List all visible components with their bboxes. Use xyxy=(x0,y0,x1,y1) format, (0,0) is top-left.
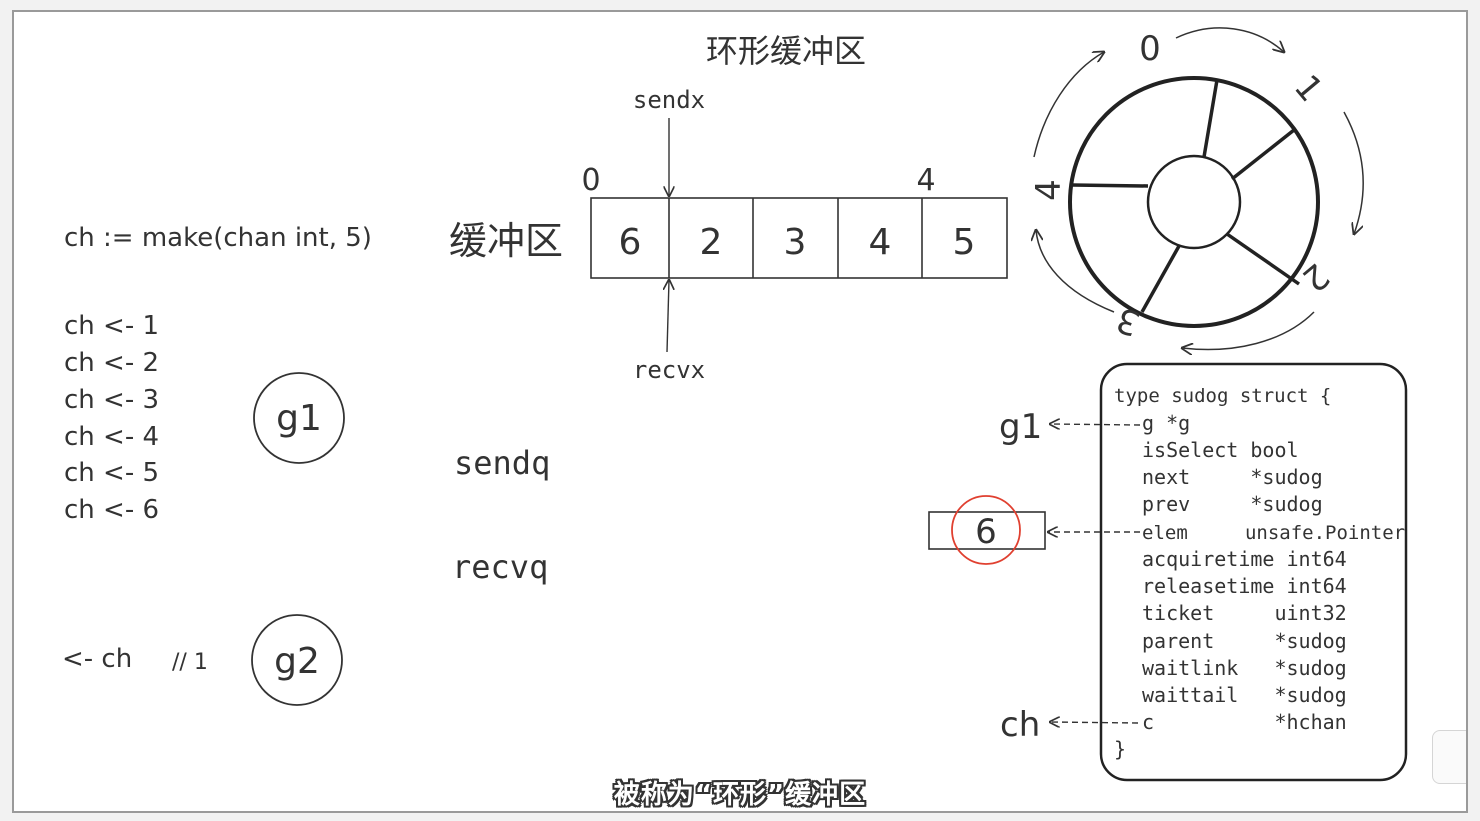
send-statements: ch <- 1 ch <- 2 ch <- 3 ch <- 4 ch <- 5 … xyxy=(64,311,159,525)
buffer-cell-value: 6 xyxy=(619,222,642,263)
ring-index-label: 4 xyxy=(1029,179,1069,201)
sudog-line: waitlink *sudog xyxy=(1142,656,1347,680)
send-statement: ch <- 6 xyxy=(64,495,159,525)
make-statement: ch := make(chan int, 5) xyxy=(64,223,372,253)
diagram-canvas: 环形缓冲区 ch := make(chan int, 5) ch <- 1 ch… xyxy=(62,27,1408,782)
send-statement: ch <- 3 xyxy=(64,385,159,415)
sendq-label: sendq xyxy=(454,444,550,482)
sudog-line: c *hchan xyxy=(1142,710,1347,734)
ring-index-label: 1 xyxy=(1286,67,1331,109)
sudog-line: prev *sudog xyxy=(1142,492,1323,516)
buffer-cell-value: 2 xyxy=(700,222,723,263)
recvx-label: recvx xyxy=(633,356,705,384)
sudog-line: } xyxy=(1114,737,1126,761)
buffer-cell-value: 5 xyxy=(953,222,976,263)
recv-comment: // 1 xyxy=(172,650,208,675)
sudog-line: elem unsafe.Pointer xyxy=(1142,522,1405,544)
send-statement: ch <- 1 xyxy=(64,311,159,341)
sudog-line: acquiretime int64 xyxy=(1142,547,1347,571)
elem-value-box: 6 xyxy=(928,495,1046,565)
buffer-end-index: 4 xyxy=(916,163,935,198)
sudog-struct: type sudog struct { g *g isSelect bool n… xyxy=(1099,362,1408,782)
recvx-arrow xyxy=(667,280,669,353)
goroutine-g2-label: g2 xyxy=(274,641,320,682)
buffer-cell-value: 4 xyxy=(869,222,892,263)
sudog-g-ref: g1 xyxy=(999,407,1042,447)
send-statement: ch <- 5 xyxy=(64,458,159,488)
diagram-title: 环形缓冲区 xyxy=(706,32,866,70)
send-statement: ch <- 2 xyxy=(64,348,159,378)
sudog-line: waittail *sudog xyxy=(1142,683,1347,707)
goroutine-g1: g1 xyxy=(253,372,345,464)
buffer-cell-value: 3 xyxy=(784,222,807,263)
sendx-label: sendx xyxy=(633,86,705,114)
sudog-line: parent *sudog xyxy=(1142,629,1347,653)
send-statement: ch <- 4 xyxy=(64,422,159,452)
c-ref-arrow xyxy=(1050,722,1139,723)
slide-frame: 环形缓冲区 ch := make(chan int, 5) ch <- 1 ch… xyxy=(12,10,1468,813)
ring-buffer-wheel: 0 1 2 3 4 xyxy=(1029,27,1365,350)
goroutine-g1-label: g1 xyxy=(276,398,322,439)
ring-index-label: 3 xyxy=(1111,299,1145,344)
sudog-line: ticket uint32 xyxy=(1142,601,1347,625)
sudog-line: releasetime int64 xyxy=(1142,574,1347,598)
recv-statement: <- ch xyxy=(62,644,132,674)
sudog-line: g *g xyxy=(1142,411,1190,435)
elem-value: 6 xyxy=(975,512,997,552)
g-ref-arrow xyxy=(1050,424,1141,425)
buffer-cells: 6 2 3 4 5 xyxy=(590,197,1008,279)
buffer-label: 缓冲区 xyxy=(449,219,563,263)
sudog-line: isSelect bool xyxy=(1142,438,1299,462)
ring-index-label: 0 xyxy=(1139,29,1161,69)
recvq-label: recvq xyxy=(452,548,548,586)
buffer-start-index: 0 xyxy=(581,163,600,198)
sudog-line: next *sudog xyxy=(1142,465,1323,489)
sudog-c-ref: ch xyxy=(1000,705,1040,745)
goroutine-g2: g2 xyxy=(251,614,343,706)
sudog-line: type sudog struct { xyxy=(1114,385,1331,407)
video-subtitle: 被称为“环形”缓冲区 xyxy=(613,780,867,810)
side-panel-tab[interactable] xyxy=(1432,730,1466,784)
